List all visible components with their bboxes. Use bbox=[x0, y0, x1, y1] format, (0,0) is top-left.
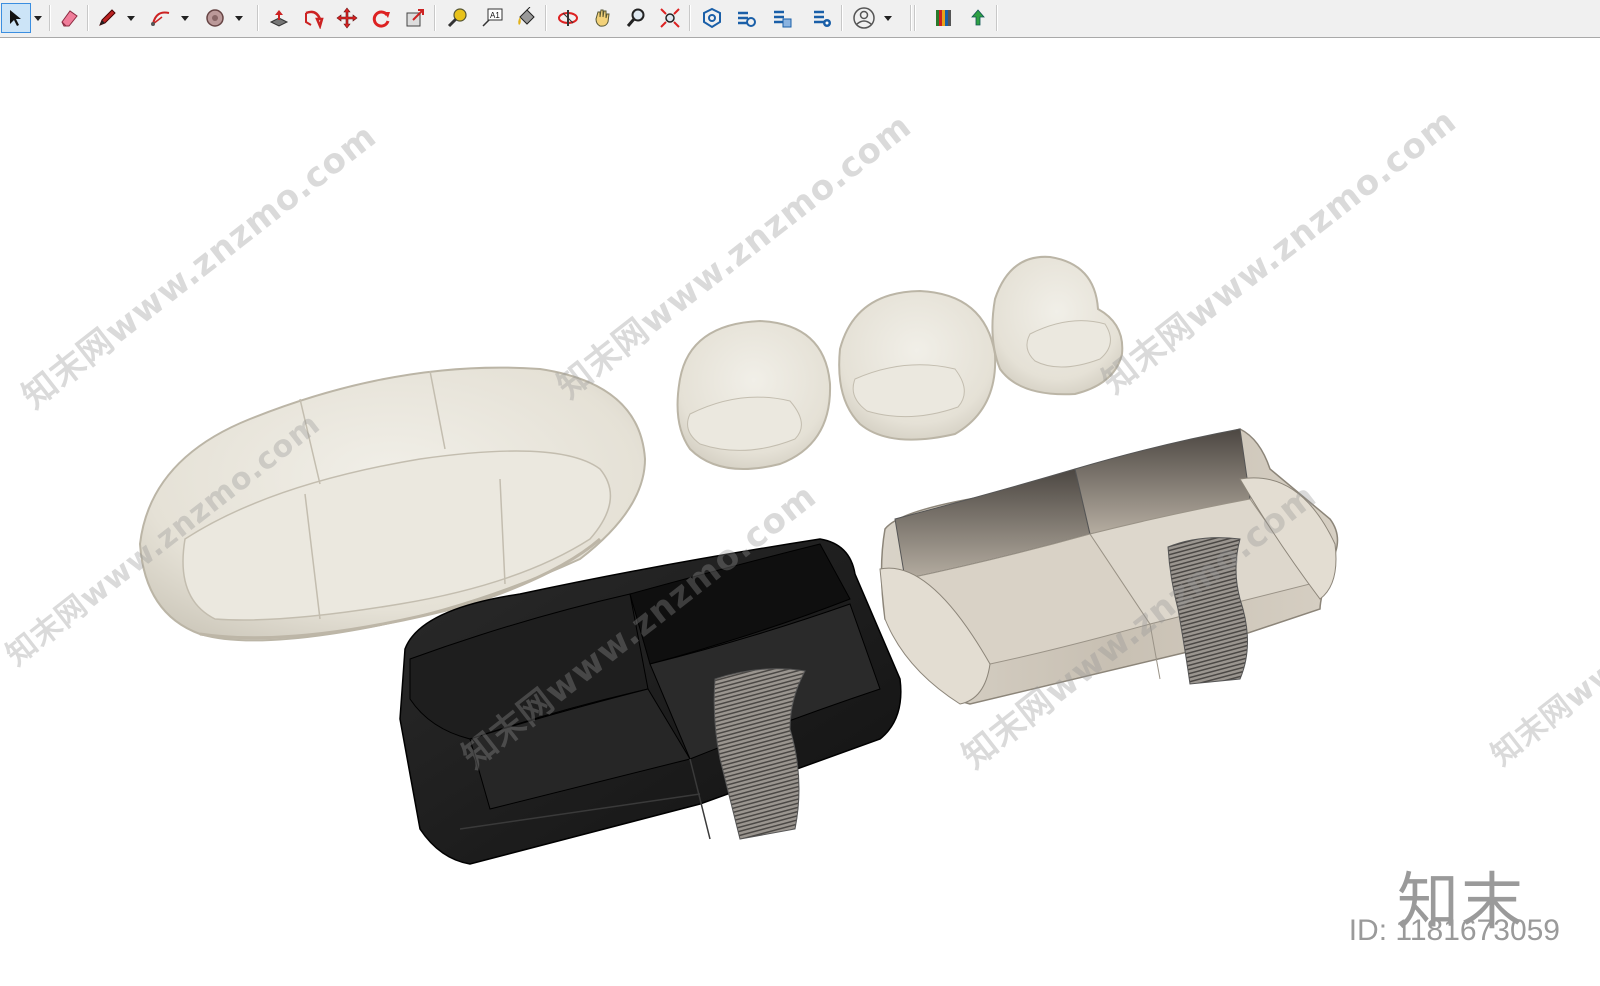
striped-blanket-dark-sofa bbox=[713, 668, 806, 840]
extension-manager-icon bbox=[814, 10, 831, 27]
line-tool-button[interactable] bbox=[92, 3, 122, 33]
zoom-extents-tool-button[interactable] bbox=[655, 3, 685, 33]
shapes-dropdown[interactable] bbox=[232, 3, 246, 33]
extension-manager-button[interactable] bbox=[807, 3, 837, 33]
account-button[interactable] bbox=[849, 3, 879, 33]
text-icon: A1 bbox=[482, 8, 503, 27]
tape-measure-icon bbox=[447, 8, 467, 28]
orbit-tool-button[interactable] bbox=[553, 3, 583, 33]
line-dropdown[interactable] bbox=[124, 3, 138, 33]
circle-icon bbox=[206, 9, 224, 27]
orbit-icon bbox=[558, 10, 578, 26]
account-dropdown[interactable] bbox=[881, 3, 895, 33]
text-tool-button[interactable]: A1 bbox=[477, 3, 507, 33]
select-tool-button[interactable] bbox=[1, 3, 31, 33]
rotate-tool-button[interactable] bbox=[366, 3, 396, 33]
green-arrow-icon bbox=[971, 9, 985, 26]
scale-icon bbox=[406, 9, 424, 27]
layout-icon bbox=[774, 10, 792, 28]
3d-warehouse-button[interactable] bbox=[697, 3, 727, 33]
rotate-icon bbox=[372, 10, 390, 28]
scale-tool-button[interactable] bbox=[400, 3, 430, 33]
upload-button[interactable] bbox=[963, 3, 993, 33]
magnifier-icon bbox=[626, 8, 645, 27]
eraser-icon bbox=[61, 10, 78, 27]
push-pull-icon bbox=[269, 10, 289, 27]
hand-icon bbox=[595, 9, 610, 27]
zoom-tool-button[interactable] bbox=[621, 3, 651, 33]
tape-measure-tool-button[interactable] bbox=[442, 3, 472, 33]
color-bars-icon bbox=[936, 10, 951, 26]
move-icon bbox=[336, 7, 358, 29]
follow-me-icon bbox=[305, 10, 324, 29]
paint-bucket-tool-button[interactable] bbox=[511, 3, 541, 33]
warehouse-icon bbox=[703, 7, 721, 29]
follow-me-tool-button[interactable] bbox=[298, 3, 328, 33]
swivel-chair-1[interactable] bbox=[676, 319, 832, 470]
arc-dropdown[interactable] bbox=[178, 3, 192, 33]
extension-icon bbox=[738, 11, 756, 27]
pan-tool-button[interactable] bbox=[587, 3, 617, 33]
swivel-chair-2[interactable] bbox=[838, 289, 997, 441]
arrow-icon bbox=[10, 10, 21, 26]
brand-id-label: ID: 1181673059 bbox=[1348, 914, 1560, 947]
push-pull-tool-button[interactable] bbox=[264, 3, 294, 33]
svg-text:A1: A1 bbox=[490, 11, 500, 20]
zoom-extents-icon bbox=[660, 8, 680, 28]
paint-bucket-icon bbox=[518, 7, 535, 25]
pencil-icon bbox=[99, 9, 116, 26]
arc-tool-button[interactable] bbox=[146, 3, 176, 33]
main-toolbar: A1 bbox=[0, 0, 1600, 38]
user-icon bbox=[853, 7, 875, 29]
model-viewport[interactable]: 知末网www.znzmo.com 知末网www.znzmo.com 知末网www… bbox=[0, 39, 1600, 986]
move-tool-button[interactable] bbox=[332, 3, 362, 33]
eraser-tool-button[interactable] bbox=[54, 3, 84, 33]
arc-icon bbox=[151, 11, 170, 26]
extension-warehouse-button[interactable] bbox=[731, 3, 761, 33]
shapes-tool-button[interactable] bbox=[200, 3, 230, 33]
layout-send-button[interactable] bbox=[767, 3, 797, 33]
style-builder-button[interactable] bbox=[929, 3, 959, 33]
select-dropdown[interactable] bbox=[31, 3, 45, 33]
